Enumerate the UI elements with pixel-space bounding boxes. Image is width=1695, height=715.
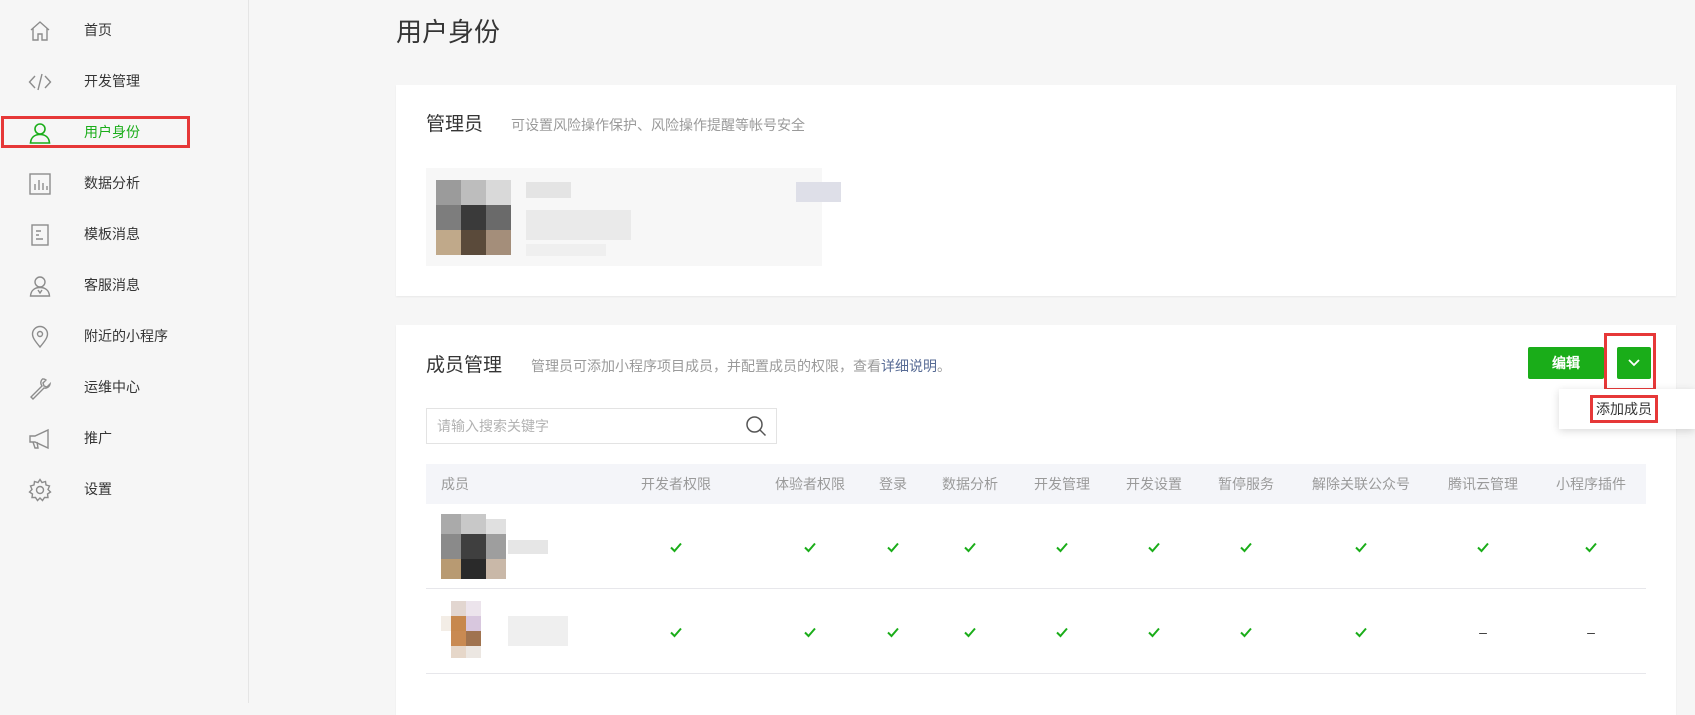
- column-header: 开发设置: [1126, 476, 1182, 492]
- check-icon: [886, 504, 900, 589]
- sidebar-item-label: 推广: [84, 430, 112, 446]
- check-icon: [1147, 589, 1161, 674]
- check-icon: [1239, 589, 1253, 674]
- details-link[interactable]: 详细说明: [881, 358, 937, 374]
- search-box: [426, 408, 777, 444]
- check-icon: [1354, 504, 1368, 589]
- sidebar-item-dev-management[interactable]: 开发管理: [0, 61, 249, 101]
- check-icon: [1239, 504, 1253, 589]
- column-header: 腾讯云管理: [1448, 476, 1518, 492]
- table-row: – –: [426, 589, 1646, 674]
- check-icon: [1147, 504, 1161, 589]
- sidebar-item-label: 开发管理: [84, 73, 140, 89]
- sidebar-item-label: 模板消息: [84, 226, 140, 242]
- check-icon: [886, 589, 900, 674]
- dropdown-button-highlight: [1604, 333, 1656, 391]
- sidebar-item-label: 数据分析: [84, 175, 140, 191]
- admin-meta: [526, 244, 606, 256]
- column-header: 成员: [441, 476, 469, 492]
- check-icon: [1584, 504, 1598, 589]
- column-header: 体验者权限: [775, 476, 845, 492]
- column-header: 开发者权限: [641, 476, 711, 492]
- permission-none: –: [1587, 623, 1595, 640]
- gear-icon: [28, 478, 52, 502]
- sidebar-item-data-analysis[interactable]: 数据分析: [0, 163, 249, 203]
- sidebar-item-label: 运维中心: [84, 379, 140, 395]
- sidebar-item-nearby-miniprograms[interactable]: 附近的小程序: [0, 316, 249, 356]
- admin-card: 管理员 可设置风险操作保护、风险操作提醒等帐号安全: [396, 85, 1676, 296]
- members-card: 成员管理 管理员可添加小程序项目成员，并配置成员的权限，查看详细说明。 编辑 添…: [396, 325, 1695, 715]
- active-item-highlight: [1, 116, 190, 148]
- add-member-menu-item[interactable]: 添加成员: [1590, 395, 1658, 423]
- check-icon: [963, 589, 977, 674]
- sidebar-item-promotion[interactable]: 推广: [0, 418, 249, 458]
- document-icon: [28, 223, 52, 247]
- sidebar-item-label: 首页: [84, 22, 112, 38]
- column-header: 解除关联公众号: [1312, 476, 1410, 492]
- members-title: 成员管理: [426, 355, 503, 376]
- check-icon: [803, 504, 817, 589]
- table-row: [426, 504, 1646, 589]
- admin-avatar: [436, 180, 511, 255]
- megaphone-icon: [28, 427, 52, 451]
- sidebar-item-home[interactable]: 首页: [0, 10, 249, 50]
- check-icon: [1055, 504, 1069, 589]
- members-description-end: 。: [937, 358, 951, 374]
- check-icon: [669, 589, 683, 674]
- sidebar-item-label: 客服消息: [84, 277, 140, 293]
- page-title: 用户身份: [396, 17, 501, 47]
- permission-none: –: [1479, 623, 1487, 640]
- sidebar-item-label: 设置: [84, 481, 112, 497]
- check-icon: [803, 589, 817, 674]
- bar-chart-icon: [28, 172, 52, 196]
- column-header: 暂停服务: [1218, 476, 1274, 492]
- check-icon: [1354, 589, 1368, 674]
- admin-info: [526, 210, 631, 240]
- column-header: 数据分析: [942, 476, 998, 492]
- members-description: 管理员可添加小程序项目成员，并配置成员的权限，查看详细说明。: [531, 356, 951, 376]
- wrench-icon: [28, 376, 52, 400]
- admin-tag: [796, 182, 841, 202]
- check-icon: [1476, 504, 1490, 589]
- column-header: 登录: [879, 476, 907, 492]
- admin-profile[interactable]: [426, 168, 841, 266]
- sidebar-item-template-messages[interactable]: 模板消息: [0, 214, 249, 254]
- members-table-header: 成员 开发者权限 体验者权限 登录 数据分析 开发管理 开发设置 暂停服务 解除…: [426, 464, 1646, 504]
- code-icon: [28, 70, 52, 94]
- customer-service-icon: [28, 274, 52, 298]
- members-description-text: 管理员可添加小程序项目成员，并配置成员的权限，查看: [531, 358, 881, 374]
- member-avatar: [441, 601, 501, 661]
- admin-name: [526, 182, 571, 198]
- check-icon: [1055, 589, 1069, 674]
- sidebar-item-customer-service[interactable]: 客服消息: [0, 265, 249, 305]
- member-avatar: [441, 514, 506, 579]
- admin-description: 可设置风险操作保护、风险操作提醒等帐号安全: [511, 117, 805, 133]
- home-icon: [28, 19, 52, 43]
- search-icon[interactable]: [745, 415, 767, 437]
- sidebar-item-ops-center[interactable]: 运维中心: [0, 367, 249, 407]
- search-input[interactable]: [437, 409, 737, 443]
- edit-button[interactable]: 编辑: [1528, 347, 1604, 379]
- column-header: 开发管理: [1034, 476, 1090, 492]
- member-name: [508, 540, 548, 554]
- location-icon: [28, 325, 52, 349]
- check-icon: [963, 504, 977, 589]
- column-header: 小程序插件: [1556, 476, 1626, 492]
- admin-title: 管理员: [426, 114, 484, 135]
- sidebar-item-label: 附近的小程序: [84, 328, 168, 344]
- check-icon: [669, 504, 683, 589]
- dropdown-menu: 添加成员: [1559, 389, 1695, 429]
- member-name: [508, 616, 568, 646]
- sidebar-item-settings[interactable]: 设置: [0, 469, 249, 509]
- sidebar: 首页 开发管理 用户身份 数据分析 模板消息 客服消息 附近的小程序 运维中心 …: [0, 0, 249, 703]
